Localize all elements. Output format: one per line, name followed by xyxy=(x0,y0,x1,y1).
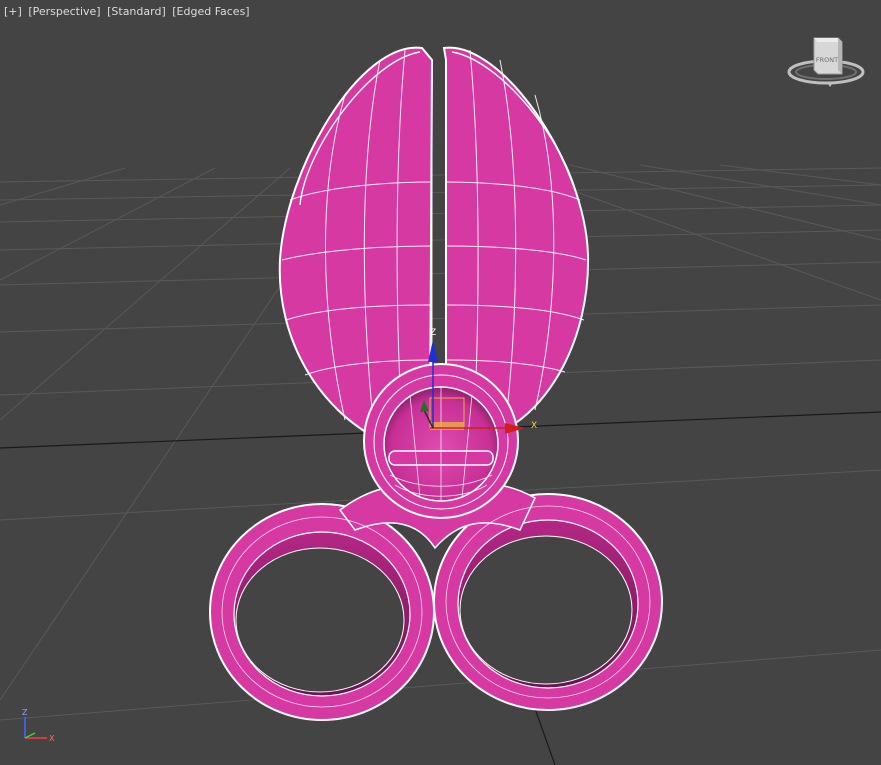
tripod-z-label: Z xyxy=(22,708,28,717)
scissors-handles[interactable] xyxy=(209,483,663,721)
gizmo-z-label: Z xyxy=(430,328,436,338)
scissors-pivot[interactable] xyxy=(363,363,519,519)
viewport-label-menu: [+] [Perspective] [Standard] [Edged Face… xyxy=(4,5,253,18)
scene-canvas[interactable]: X Z xyxy=(0,0,881,765)
tripod-x-label: X xyxy=(49,734,55,743)
viewport-view-menu[interactable]: [Perspective] xyxy=(28,5,100,18)
gizmo-x-label: X xyxy=(531,421,537,431)
world-axis-tripod: Z X xyxy=(22,708,55,743)
viewcube[interactable]: FRONT xyxy=(786,34,866,90)
viewcube-south-marker xyxy=(828,84,832,87)
viewport-plus-menu[interactable]: [+] xyxy=(4,5,22,18)
viewport-shading-menu[interactable]: [Standard] xyxy=(107,5,166,18)
perspective-viewport[interactable]: X Z [+] [Perspective] [Standard] [Edged … xyxy=(0,0,881,765)
viewport-display-menu[interactable]: [Edged Faces] xyxy=(172,5,249,18)
viewcube-front-face-label[interactable]: FRONT xyxy=(816,56,838,64)
